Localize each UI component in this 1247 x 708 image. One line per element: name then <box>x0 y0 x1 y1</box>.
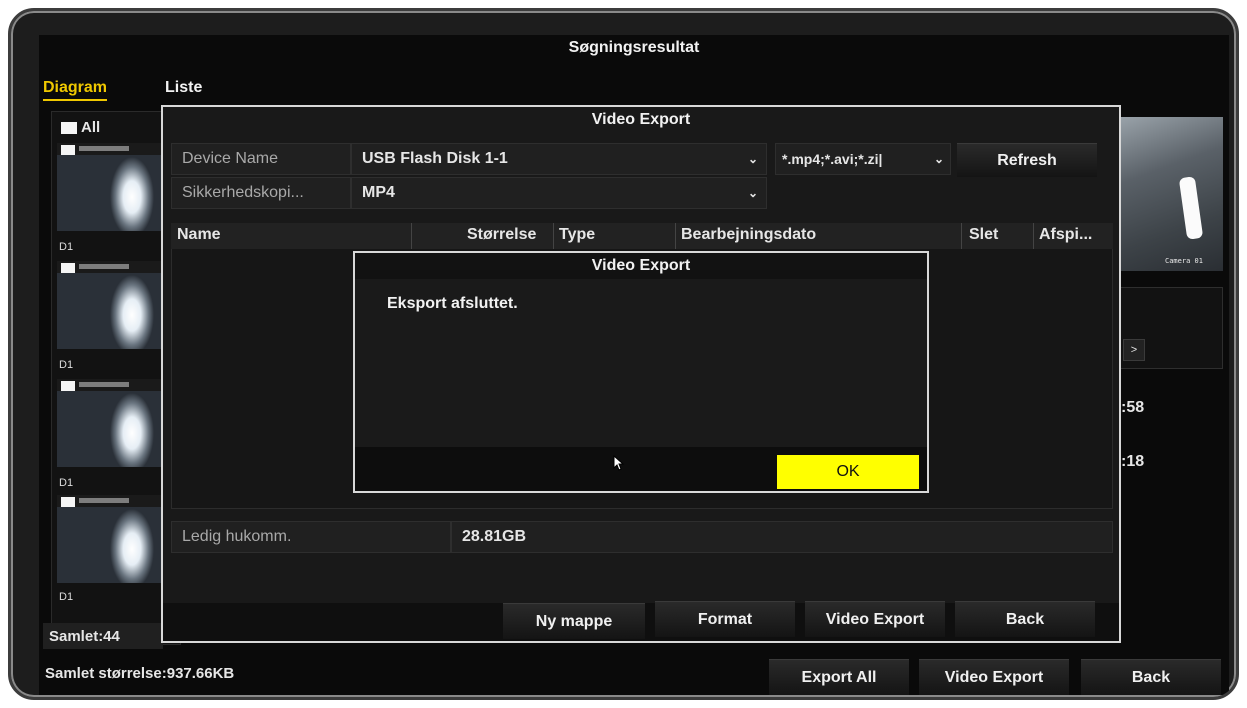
next-page-button[interactable]: > <box>1123 339 1145 361</box>
new-folder-button[interactable]: Ny mappe <box>503 603 645 639</box>
chevron-down-icon: ⌄ <box>933 152 944 166</box>
time-readout-2: :18 <box>1121 453 1145 470</box>
total-size: Samlet størrelse:937.66KB <box>45 665 235 682</box>
thumbnail-4[interactable] <box>57 495 177 583</box>
select-all-label: All <box>81 119 101 136</box>
chevron-down-icon: ⌄ <box>747 186 758 200</box>
tab-diagram[interactable]: Diagram <box>43 79 108 101</box>
monitor-frame: Søgningsresultat Diagram Liste All D1 D1… <box>8 8 1239 700</box>
column-play[interactable]: Afspi... <box>1039 226 1092 244</box>
tab-liste[interactable]: Liste <box>165 79 202 97</box>
total-count: Samlet:44 <box>43 623 163 649</box>
file-type-select[interactable]: *.mp4;*.avi;*.zi| ⌄ <box>775 143 951 175</box>
column-size[interactable]: Størrelse <box>467 226 536 244</box>
free-space-value: 28.81GB <box>451 521 1113 553</box>
device-name-select[interactable]: USB Flash Disk 1-1 ⌄ <box>351 143 767 175</box>
backup-type-select[interactable]: MP4 ⌄ <box>351 177 767 209</box>
thumbnail-3[interactable] <box>57 379 177 467</box>
outer-video-export-button[interactable]: Video Export <box>919 659 1069 695</box>
thumbnail-label: D1 <box>59 591 74 603</box>
select-all-checkbox[interactable]: All <box>61 119 100 136</box>
file-table-header: Name Størrelse Type Bearbejningsdato Sle… <box>171 223 1113 249</box>
camera-preview: Camera 01 <box>1119 117 1223 271</box>
export-all-button[interactable]: Export All <box>769 659 909 695</box>
backup-type-value: MP4 <box>362 184 395 201</box>
thumbnail-label: D1 <box>59 241 74 253</box>
format-button[interactable]: Format <box>655 601 795 637</box>
search-results-title: Søgningsresultat <box>568 39 700 56</box>
file-type-value: *.mp4;*.avi;*.zi| <box>782 151 883 167</box>
message-dialog-title: Video Export <box>591 257 691 274</box>
export-complete-message: Eksport afsluttet. <box>387 295 518 312</box>
thumbnail-label: D1 <box>59 359 74 371</box>
ok-button[interactable]: OK <box>777 455 919 489</box>
export-complete-dialog: Video Export Eksport afsluttet. OK <box>353 251 929 493</box>
camera-label: Camera 01 <box>1165 257 1203 265</box>
backup-type-label: Sikkerhedskopi... <box>171 177 351 209</box>
mouse-cursor-icon <box>613 454 625 476</box>
column-type[interactable]: Type <box>559 226 595 244</box>
free-space-label: Ledig hukomm. <box>171 521 451 553</box>
dialog-video-export-button[interactable]: Video Export <box>805 601 945 637</box>
column-delete[interactable]: Slet <box>969 226 998 244</box>
refresh-button[interactable]: Refresh <box>957 143 1097 177</box>
device-name-value: USB Flash Disk 1-1 <box>362 150 508 167</box>
thumbnail-label: D1 <box>59 477 74 489</box>
dialog-back-button[interactable]: Back <box>955 601 1095 637</box>
chevron-down-icon: ⌄ <box>747 152 758 166</box>
checkbox-icon <box>61 121 77 134</box>
outer-back-button[interactable]: Back <box>1081 659 1221 695</box>
time-readout-1: :58 <box>1121 399 1145 416</box>
export-dialog-title: Video Export <box>591 111 691 128</box>
thumbnail-1[interactable] <box>57 143 177 231</box>
device-name-label: Device Name <box>171 143 351 175</box>
thumbnail-2[interactable] <box>57 261 177 349</box>
column-name[interactable]: Name <box>177 226 221 244</box>
dvr-screen: Søgningsresultat Diagram Liste All D1 D1… <box>39 35 1229 695</box>
column-date[interactable]: Bearbejningsdato <box>681 226 816 244</box>
